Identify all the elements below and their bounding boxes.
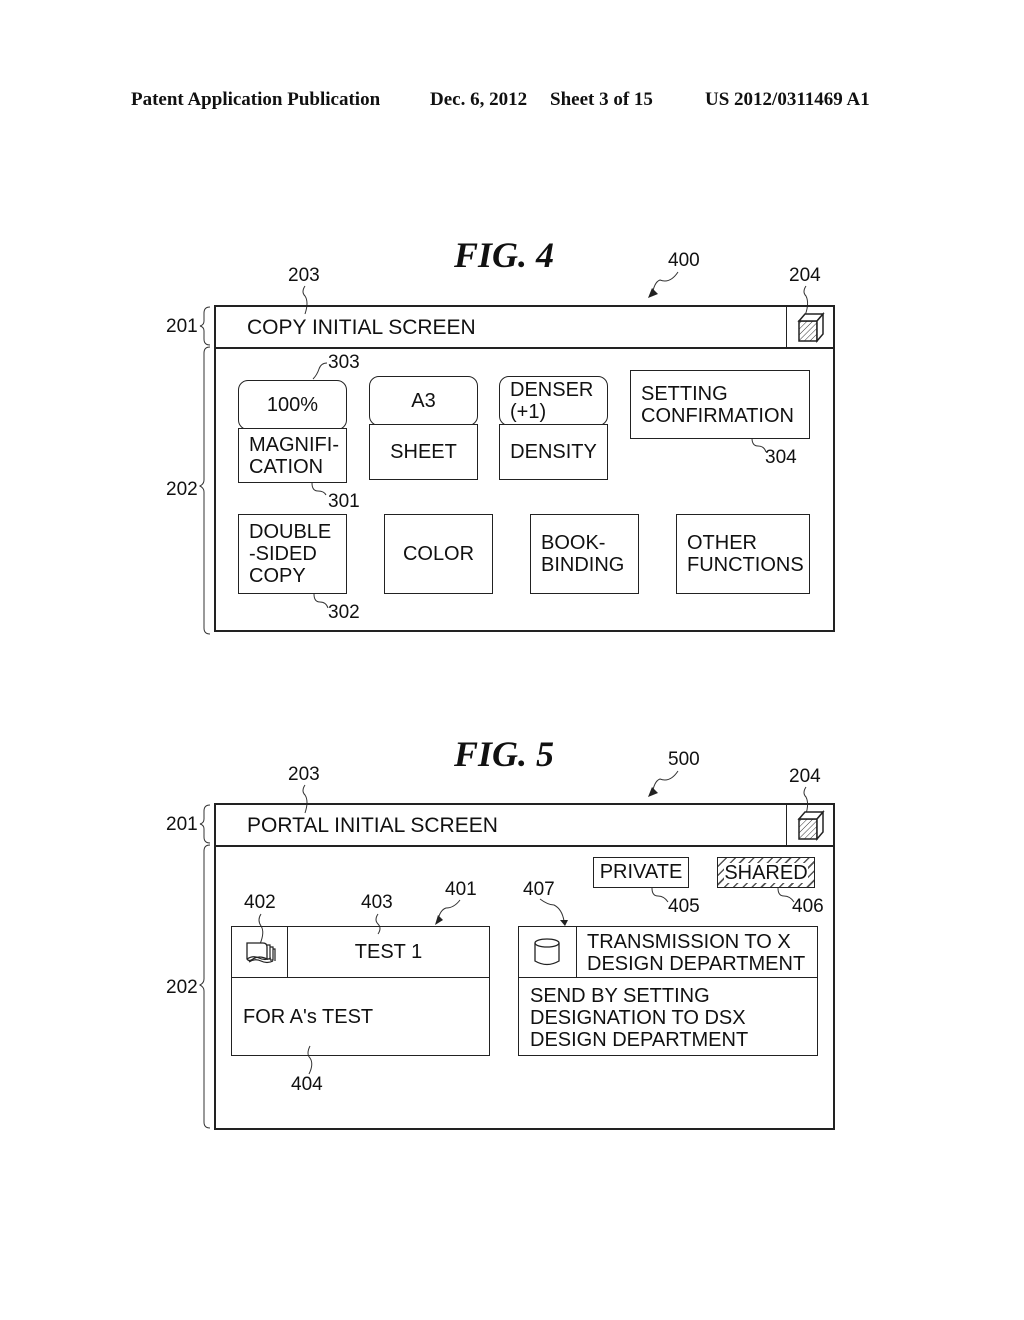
card-description: FOR A's TEST — [243, 1006, 374, 1028]
title-bar: PORTAL INITIAL SCREEN — [216, 805, 833, 847]
ref-406: 406 — [792, 896, 824, 917]
cube-icon — [797, 809, 825, 842]
card-description: SEND BY SETTING DESIGNATION TO DSX DESIGN … — [530, 985, 749, 1051]
card-icon-cell — [519, 927, 577, 978]
ref-402: 402 — [244, 892, 276, 913]
ref-403: 403 — [361, 892, 393, 913]
private-filter-button[interactable]: PRIVATE — [593, 857, 689, 888]
shared-label: SHARED — [724, 861, 808, 884]
ref-405: 405 — [668, 896, 700, 917]
card-icon-cell — [232, 927, 288, 978]
screen-title: PORTAL INITIAL SCREEN — [247, 814, 498, 837]
card-title-cell: TRANSMISSION TO X DESIGN DEPARTMENT — [577, 927, 817, 978]
documents-icon — [246, 942, 276, 964]
portal-card-test1[interactable]: TEST 1 FOR A's TEST — [231, 926, 490, 1056]
database-icon — [534, 938, 560, 966]
home-button[interactable] — [786, 805, 833, 845]
private-label: PRIVATE — [599, 861, 683, 883]
portal-card-transmission[interactable]: TRANSMISSION TO X DESIGN DEPARTMENT SEND … — [518, 926, 818, 1056]
ref-407: 407 — [523, 879, 555, 900]
card-title: TEST 1 — [354, 941, 423, 963]
card-title-cell: TEST 1 — [288, 927, 489, 978]
ref-404: 404 — [291, 1074, 323, 1095]
card-title: TRANSMISSION TO X DESIGN DEPARTMENT — [587, 931, 806, 975]
shared-filter-button[interactable]: SHARED — [717, 857, 815, 888]
ref-401: 401 — [445, 879, 477, 900]
